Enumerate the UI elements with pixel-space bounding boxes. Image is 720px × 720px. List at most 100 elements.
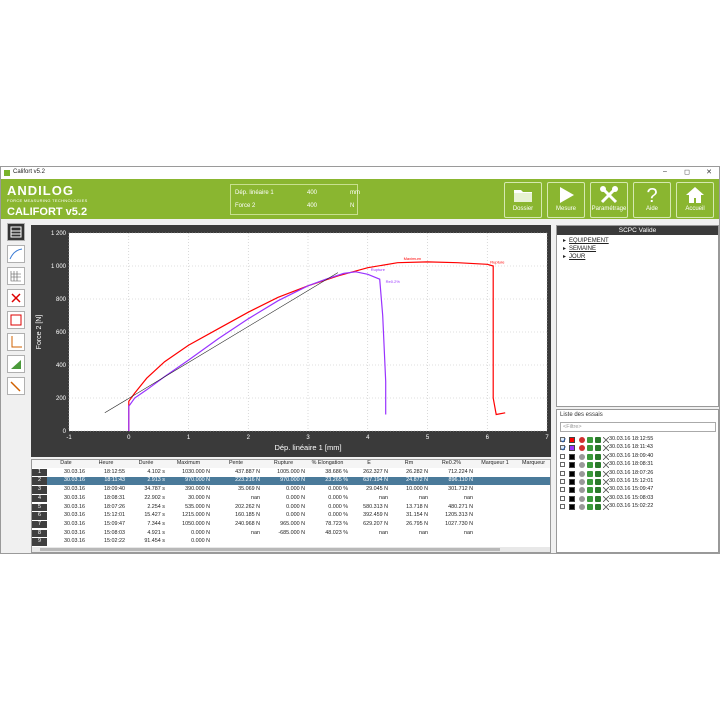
test-list-item[interactable]: 30.03.16 18:11:43 bbox=[560, 444, 716, 452]
parametrage-button[interactable]: Paramétrage bbox=[590, 182, 628, 218]
curve-color-swatch[interactable] bbox=[569, 479, 575, 485]
excel-icon[interactable] bbox=[595, 453, 601, 460]
test-checkbox[interactable] bbox=[560, 445, 566, 452]
measure-label: Dép. linéaire 1 bbox=[235, 190, 274, 196]
report-icon[interactable] bbox=[579, 453, 585, 460]
minimize-button[interactable]: – bbox=[655, 168, 675, 178]
table-row[interactable]: 8 30.03.16 15:08:03 4.921 s 0.000 N nan -685.0… bbox=[32, 529, 550, 538]
table-row[interactable]: 5 30.03.16 18:07:26 2.254 s 535.000 N 202.262… bbox=[32, 503, 550, 512]
accueil-label: Accueil bbox=[685, 206, 705, 212]
test-list-item[interactable]: 30.03.16 18:09:40 bbox=[560, 453, 716, 461]
export-icon[interactable] bbox=[587, 504, 593, 511]
scrollbar-thumb[interactable] bbox=[40, 548, 500, 551]
tree-item-semaine[interactable]: ▸ SEMAINE bbox=[563, 245, 596, 252]
test-checkbox[interactable] bbox=[560, 462, 565, 468]
table-row[interactable]: 3 30.03.16 18:09:40 34.787 s 390.000 N 35.069… bbox=[32, 486, 550, 494]
test-list-item[interactable]: 30.03.16 15:09:47 bbox=[560, 486, 716, 494]
export-icon[interactable] bbox=[587, 495, 593, 502]
tree-item-label: JOUR bbox=[569, 254, 586, 260]
results-table[interactable]: Date Heure Durée Maximum Pente Rupture % Elong… bbox=[31, 459, 551, 553]
grid-view-icon[interactable] bbox=[7, 267, 25, 285]
axis-icon[interactable] bbox=[7, 333, 25, 351]
excel-icon[interactable] bbox=[595, 487, 601, 494]
test-checkbox[interactable] bbox=[560, 487, 565, 493]
report-icon[interactable] bbox=[579, 462, 585, 469]
tree-item-label: SEMAINE bbox=[569, 246, 597, 252]
excel-icon[interactable] bbox=[595, 470, 601, 477]
export-icon[interactable] bbox=[587, 470, 593, 477]
excel-icon[interactable] bbox=[595, 495, 601, 502]
export-icon[interactable] bbox=[587, 487, 593, 494]
excel-icon[interactable] bbox=[595, 504, 601, 511]
test-checkbox[interactable] bbox=[560, 437, 566, 443]
curve-color-swatch[interactable] bbox=[569, 470, 575, 477]
zoom-icon[interactable] bbox=[7, 311, 25, 329]
table-cell: 637.194 N bbox=[363, 477, 388, 484]
export-icon[interactable] bbox=[587, 445, 593, 452]
column-header bbox=[32, 460, 47, 468]
test-list-item[interactable]: 30.03.16 15:08:03 bbox=[560, 495, 716, 503]
export-icon[interactable] bbox=[587, 462, 593, 469]
logo: ANDILOG FORCE MEASURING TECHNOLOGIES CAL… bbox=[7, 183, 88, 218]
report-icon[interactable] bbox=[579, 445, 585, 452]
table-cell: 15:09:47 bbox=[104, 520, 125, 527]
close-button[interactable]: ✕ bbox=[699, 168, 719, 178]
table-row[interactable]: 4 30.03.16 18:08:31 22.902 s 30.000 N nan 0.00… bbox=[32, 494, 550, 503]
mesure-button[interactable]: Mesure bbox=[547, 182, 585, 218]
dossier-button[interactable]: Dossier bbox=[504, 182, 542, 218]
chart-area[interactable]: -1 0 1 2 3 4 5 6 7 0 200 400 600 800 1 000 1 200 Dép. li… bbox=[31, 225, 551, 457]
test-list-item[interactable]: 30.03.16 15:02:22 bbox=[560, 503, 716, 511]
curve-color-swatch[interactable] bbox=[569, 487, 575, 494]
excel-icon[interactable] bbox=[595, 462, 601, 469]
report-icon[interactable] bbox=[7, 355, 25, 373]
test-checkbox[interactable] bbox=[560, 470, 565, 476]
export-icon[interactable] bbox=[587, 479, 593, 485]
test-checkbox[interactable] bbox=[560, 453, 565, 459]
accueil-button[interactable]: Accueil bbox=[676, 182, 714, 218]
test-list-item[interactable]: 30.03.16 18:12:55 bbox=[560, 436, 716, 444]
delete-curve-icon[interactable] bbox=[7, 289, 25, 307]
curve-color-swatch[interactable] bbox=[569, 437, 575, 443]
table-row[interactable]: 7 30.03.16 15:09:47 7.344 s 1050.000 N 240.96… bbox=[32, 520, 550, 529]
table-row[interactable]: 9 30.03.16 15:02:22 91.454 s 0.000 N bbox=[32, 538, 550, 546]
table-row[interactable]: 6 30.03.16 15:12:01 15.427 s 1215.000 N 160.1… bbox=[32, 512, 550, 520]
wand-icon[interactable] bbox=[7, 377, 25, 395]
tree-item-equipement[interactable]: ▸ EQUIPEMENT bbox=[563, 237, 609, 244]
curve-color-swatch[interactable] bbox=[569, 495, 575, 502]
report-icon[interactable] bbox=[579, 479, 585, 485]
report-icon[interactable] bbox=[579, 487, 585, 494]
export-icon[interactable] bbox=[587, 437, 593, 443]
report-icon[interactable] bbox=[579, 470, 585, 477]
table-view-icon[interactable] bbox=[7, 223, 25, 241]
test-checkbox[interactable] bbox=[560, 504, 565, 510]
curve-color-swatch[interactable] bbox=[569, 445, 575, 452]
filter-input[interactable]: <Filtre> bbox=[560, 422, 716, 432]
table-cell: 13.718 N bbox=[406, 503, 428, 510]
tree-item-jour[interactable]: ▸ JOUR bbox=[563, 253, 585, 260]
test-list-item[interactable]: 30.03.16 18:07:26 bbox=[560, 470, 716, 478]
curve-color-swatch[interactable] bbox=[569, 462, 575, 469]
curve-color-swatch[interactable] bbox=[569, 453, 575, 460]
report-icon[interactable] bbox=[579, 495, 585, 502]
report-icon[interactable] bbox=[579, 437, 585, 443]
aide-button[interactable]: ? Aide bbox=[633, 182, 671, 218]
table-row[interactable]: 2 30.03.16 18:11:43 2.913 s 970.000 N 223.216… bbox=[32, 477, 550, 485]
test-checkbox[interactable] bbox=[560, 495, 565, 501]
maximize-button[interactable]: ◻ bbox=[677, 168, 697, 178]
force-displacement-chart: -1 0 1 2 3 4 5 6 702004006008001 0001 200Dép. li… bbox=[36, 231, 549, 452]
horizontal-scrollbar[interactable] bbox=[32, 547, 550, 552]
report-icon[interactable] bbox=[579, 504, 585, 511]
excel-icon[interactable] bbox=[595, 445, 601, 452]
table-cell bbox=[517, 521, 550, 529]
excel-icon[interactable] bbox=[595, 437, 601, 443]
table-row[interactable]: 1 30.03.16 18:12:55 4.102 s 1030.000 N 437.88… bbox=[32, 468, 550, 477]
excel-icon[interactable] bbox=[595, 479, 601, 485]
test-list-item[interactable]: 30.03.16 15:12:01 bbox=[560, 478, 716, 486]
curve-view-icon[interactable] bbox=[7, 245, 25, 263]
chart-annotation: Rupture bbox=[490, 259, 505, 264]
export-icon[interactable] bbox=[587, 453, 593, 460]
curve-color-swatch[interactable] bbox=[569, 504, 575, 511]
table-cell bbox=[212, 538, 262, 546]
test-checkbox[interactable] bbox=[560, 479, 565, 484]
test-list-item[interactable]: 30.03.16 18:08:31 bbox=[560, 461, 716, 469]
